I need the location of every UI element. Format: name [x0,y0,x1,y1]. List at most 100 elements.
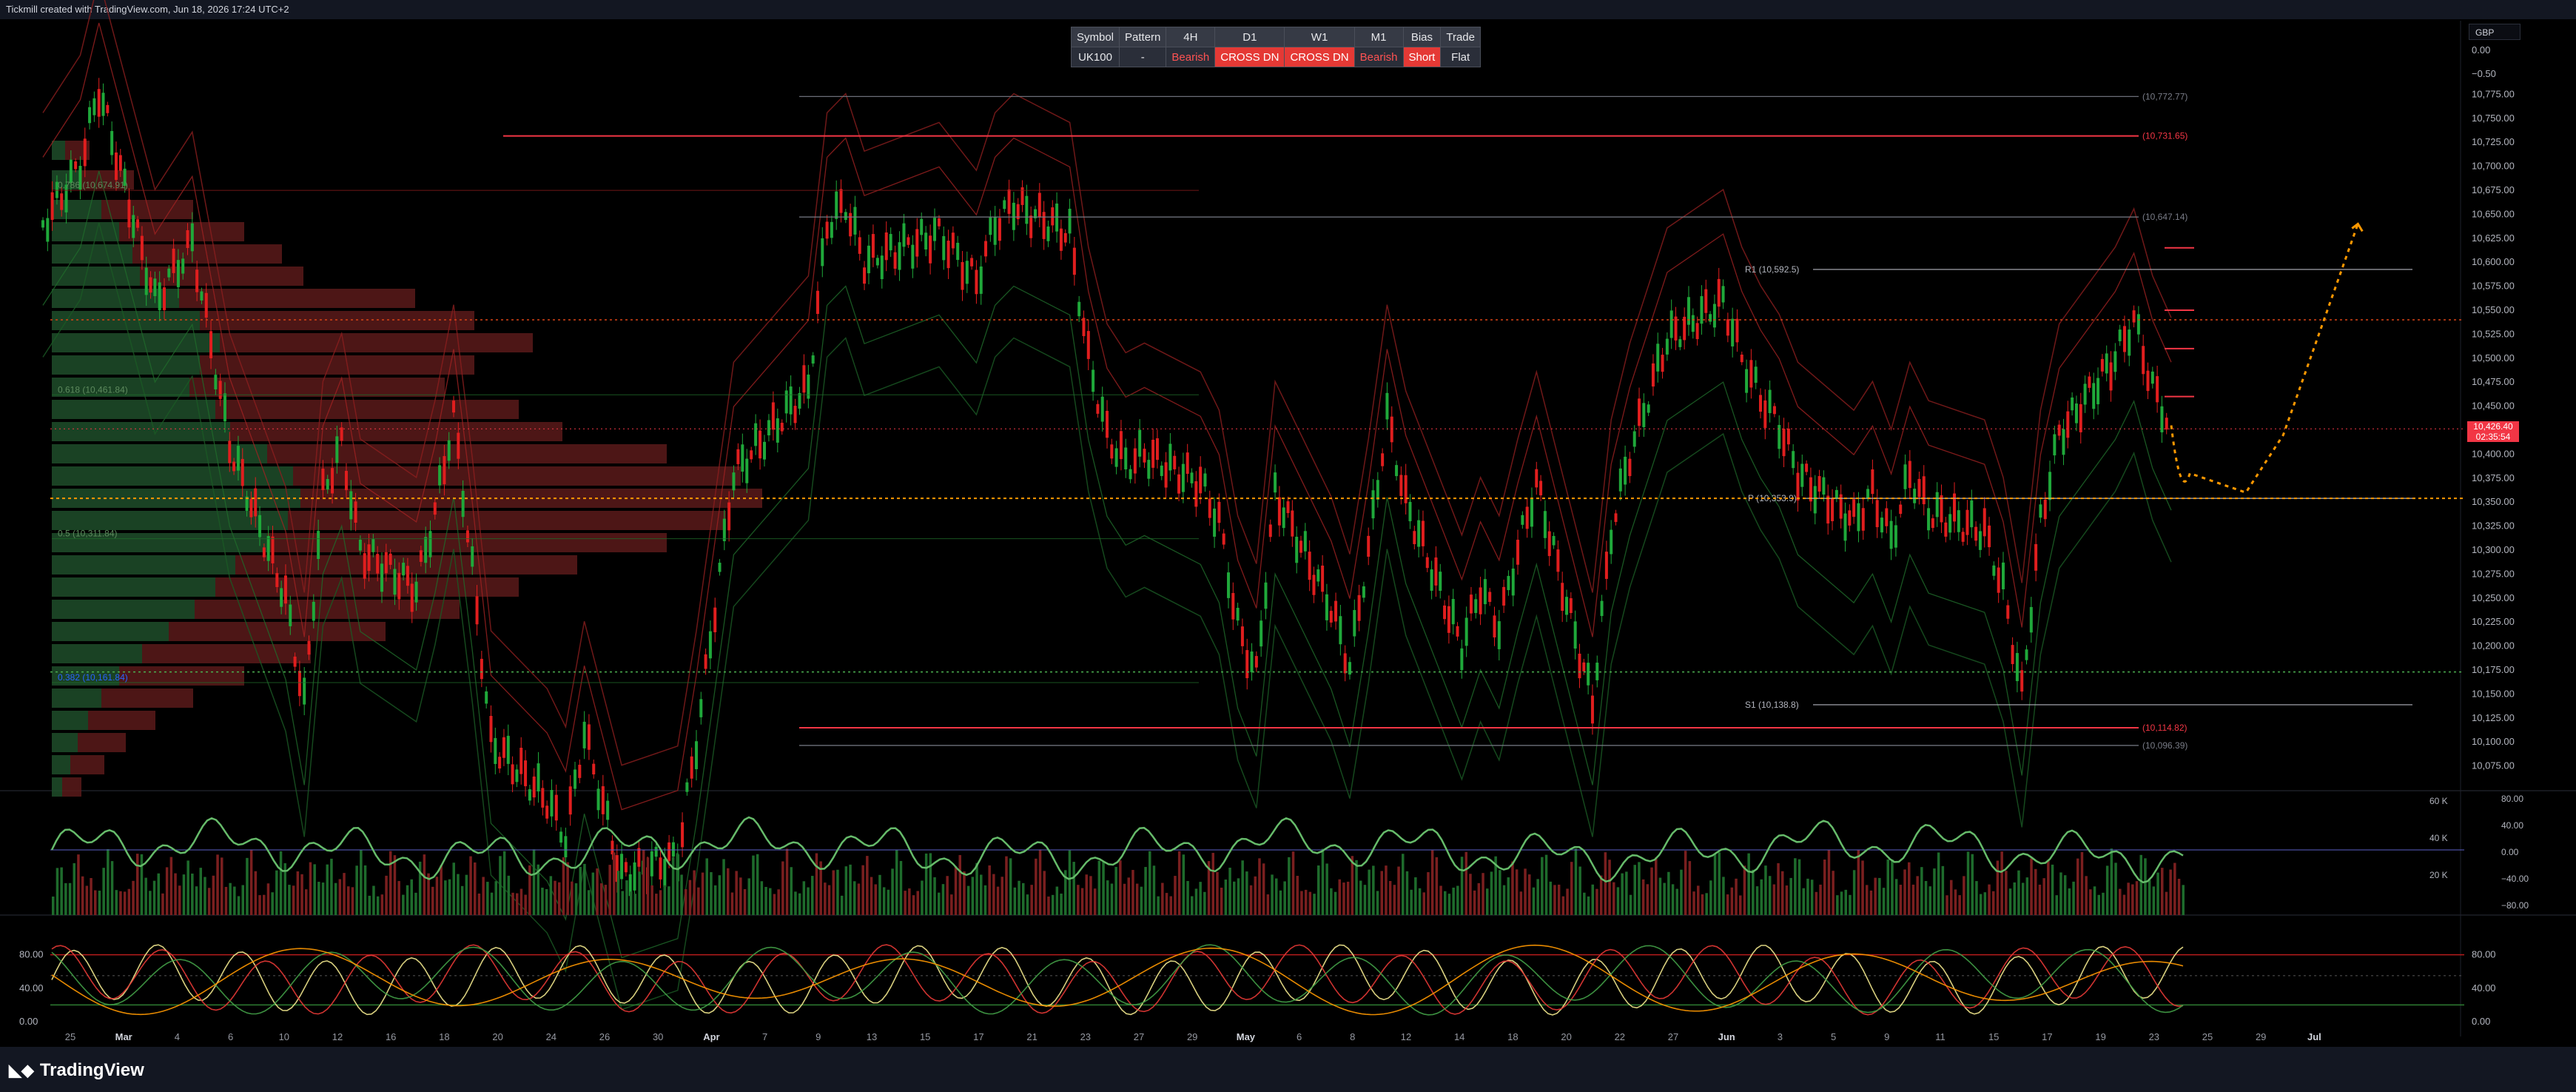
volume-profile-buy-23 [52,622,169,641]
volume-bar [1464,851,1467,915]
candle-body [767,420,770,436]
candle-body [1590,695,1594,724]
candle-body [2025,649,2028,660]
volume-bar [1713,853,1717,915]
candle-body [2015,653,2019,681]
volume-bar [317,882,320,915]
level-label-0: (10,772.77) [2142,91,2187,101]
volume-bar [921,880,924,915]
candle-body [1817,476,1821,492]
candle-body [2043,500,2047,520]
candle-body [1295,537,1299,563]
candle-body [1321,565,1325,592]
volume-bar [1544,854,1548,915]
candle-body [1582,662,1586,671]
volume-bar [739,877,742,915]
volume-bar [2034,868,2037,915]
candle-body [1988,525,1991,548]
volume-bar [688,880,692,915]
volume-bar [1528,874,1531,915]
volume-bar [1658,877,1662,915]
volume-bar [1001,877,1003,915]
candle-body [307,640,311,655]
volume-bar [1351,856,1354,915]
volume-bar [1553,885,1556,915]
candle-body [633,862,636,891]
candle-body [830,221,833,238]
volume-bar [950,894,953,915]
volume-bar [1599,875,1603,915]
volume-bar [832,870,835,915]
tradingview-brand[interactable]: ◣◆ TradingView [9,1060,144,1081]
candle-body [1535,469,1538,488]
candle-body [1155,438,1159,460]
volume-bar [1882,888,1886,915]
candle-body [1439,572,1442,592]
candle-body [2053,434,2057,456]
volume-bar [1920,867,1923,915]
volume-bar [1827,849,1831,915]
volume-bar [870,877,873,915]
candle-body [1731,318,1735,346]
volume-bar [1191,896,1194,915]
value-pattern: - [1119,47,1167,67]
volume-bar [1077,885,1080,915]
candle-body [2062,429,2065,455]
volume-bar [710,872,713,915]
chart-canvas[interactable]: (10,772.77) (10,731.65) (10,647.14) R1 (10,… [0,0,2576,1047]
volume-bar [941,884,945,915]
volume-bar [1541,857,1544,915]
candle-body [293,656,297,667]
volume-bar [1612,882,1615,915]
candle-body [1565,597,1569,615]
volume-bar [874,884,877,915]
price-tick-6: 10,625.00 [2472,232,2515,244]
candle-body [1348,662,1351,675]
candle-body [528,789,531,801]
candle-body [114,152,118,181]
volume-profile-buy-27 [52,711,88,730]
volume-bar [94,890,97,915]
candle-body [41,220,44,228]
candle-body [266,535,270,561]
volume-profile-buy-4 [52,200,101,219]
volume-bar [2165,891,2168,915]
candle-body [1469,594,1473,614]
volume-bar [149,891,152,915]
volume-bar [1456,885,1459,915]
volume-bar [1849,894,1852,915]
candle-body [1899,504,1903,515]
currency-label[interactable]: GBP [2469,24,2520,40]
volume-bar [1701,894,1704,915]
candle-body [384,552,388,574]
candle-body [1068,208,1072,234]
level-label-4: P (10,353.9) [1748,493,1797,503]
candle-body [232,461,236,472]
candle-body [1096,403,1100,414]
time-tick-38: 19 [2095,1031,2105,1042]
candle-body [1447,606,1450,633]
candle-body [414,581,418,603]
candle-body [811,355,815,364]
candle-body [532,776,536,798]
candle-body [1119,431,1123,460]
time-tick-34: 9 [1884,1031,1889,1042]
candle-body [853,207,857,235]
volume-profile-sell-27 [88,711,155,730]
candle-body [1889,520,1893,549]
volume-bar [452,862,455,915]
volume-bar [1228,867,1231,915]
candle-body [1329,611,1333,623]
volume-profile-sell-28 [78,733,126,752]
volume-bar [853,881,856,915]
time-tick-23: 6 [1297,1031,1302,1042]
volume-bar [1857,849,1860,915]
candle-body [1312,575,1316,595]
candle-body [1669,310,1673,338]
candle-body [1371,490,1375,519]
candle-body [1587,663,1590,686]
volume-bar [1519,891,1523,915]
candle-body [951,232,955,249]
volume-bar [549,876,553,915]
volume-bar [393,855,397,915]
